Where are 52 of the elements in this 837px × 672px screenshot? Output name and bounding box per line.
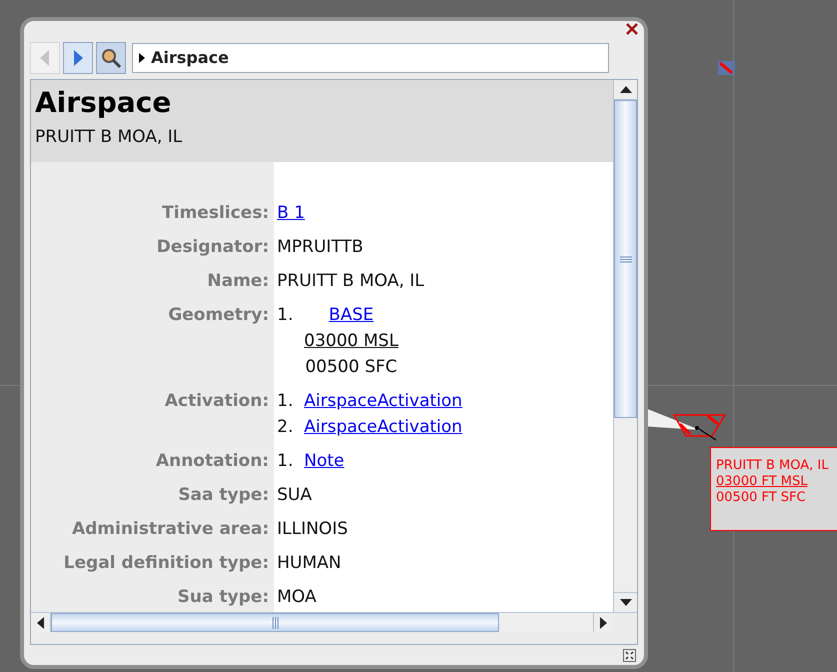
up-arrow-icon [620,86,632,93]
item-number: 1. [277,450,294,473]
grip-icon [272,616,278,628]
field-value: PRUITT B MOA, IL [277,270,424,293]
down-arrow-icon [620,599,632,606]
left-arrow-icon [37,616,44,628]
field-label: Legal definition type: [62,552,270,575]
search-button[interactable] [96,42,126,74]
value-link[interactable]: BASE [328,302,374,328]
airspace-symbol-icon [718,61,735,75]
page-subtitle: PRUITT B MOA, IL [35,126,182,149]
breadcrumb-text: Airspace [151,47,229,69]
grip-icon [620,256,632,262]
breadcrumb-field[interactable]: Airspace [132,43,609,73]
field-label: Activation: [164,390,270,413]
field-value: 03000 MSL [304,330,398,353]
right-triangle-icon [73,50,83,66]
triangle-icon [139,53,145,63]
field-label: Geometry: [167,304,270,327]
field-label: Administrative area: [70,518,270,541]
page-title: Airspace [35,86,172,120]
value-link[interactable]: B 1 [277,200,305,226]
field-value: MPRUITTB [277,236,364,259]
item-number: 2. [277,416,294,439]
vertical-scrollbar[interactable] [613,80,637,612]
right-arrow-icon [600,616,607,628]
magnifier-icon [100,47,122,69]
scrollbar-thumb[interactable] [51,613,499,632]
field-label: Name: [206,270,270,293]
scrollbar-thumb[interactable] [614,100,637,418]
forward-button[interactable] [63,42,93,74]
item-number: 1. [277,304,294,327]
field-label: Designator: [156,236,270,259]
resize-icon[interactable] [623,649,636,662]
close-icon[interactable] [626,23,638,35]
field-value: HUMAN [277,552,342,575]
field-value: ILLINOIS [277,518,348,541]
field-label: Timeslices: [161,202,270,225]
field-label: Saa type: [177,484,270,507]
label-line: PRUITT B MOA, IL [716,458,829,474]
item-number: 1. [277,390,294,413]
left-triangle-icon [40,50,50,66]
field-value: SUA [277,484,312,507]
label-line: 00500 FT SFC [716,490,806,506]
value-link[interactable]: Note [304,448,344,474]
label-line: 03000 FT MSL [716,474,808,490]
field-label: Sua type: [176,586,270,609]
value-link[interactable]: AirspaceActivation [304,388,462,414]
field-value: 00500 SFC [305,356,398,379]
field-label: Annotation: [154,450,270,473]
field-value: MOA [277,586,316,609]
value-link[interactable]: AirspaceActivation [304,414,462,440]
